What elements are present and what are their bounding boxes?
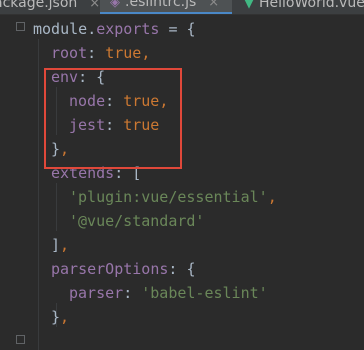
fold-marker-icon[interactable] bbox=[16, 335, 25, 344]
close-icon[interactable]: × bbox=[89, 0, 100, 14]
indent-guide bbox=[38, 39, 39, 350]
code-line: extends: [ bbox=[51, 164, 142, 182]
ide-window: ackage.json × ◈ .eslintrc.js × ▼ HelloWo… bbox=[0, 0, 364, 350]
tab-label: .eslintrc.js bbox=[125, 0, 197, 10]
code-line: env: { bbox=[51, 68, 106, 86]
indent-guide bbox=[56, 87, 57, 135]
code-line: jest: true bbox=[69, 116, 160, 134]
close-icon[interactable]: × bbox=[208, 0, 219, 13]
tab-label: ackage.json bbox=[0, 0, 78, 11]
tab-eslintrc-js[interactable]: ◈ .eslintrc.js × bbox=[100, 0, 232, 14]
code-line: module.exports = { bbox=[33, 20, 196, 38]
code-editor[interactable]: module.exports = { root: true, env: { no… bbox=[0, 15, 364, 350]
code-line: }, bbox=[51, 140, 70, 158]
eslint-config-icon: ◈ bbox=[110, 0, 120, 10]
code-line: }, bbox=[51, 308, 70, 326]
code-line: root: true, bbox=[51, 44, 151, 62]
vue-file-icon: ▼ bbox=[244, 0, 254, 11]
code-line: parser: 'babel-eslint' bbox=[69, 284, 268, 302]
tab-helloworld-vue[interactable]: ▼ HelloWorld.vue bbox=[238, 0, 364, 14]
tab-label: HelloWorld.vue bbox=[259, 0, 364, 11]
code-line: '@vue/standard' bbox=[69, 212, 205, 230]
code-line: 'plugin:vue/essential', bbox=[69, 188, 277, 206]
code-line: parserOptions: { bbox=[51, 260, 196, 278]
indent-guide bbox=[56, 183, 57, 231]
tab-package-json[interactable]: ackage.json × bbox=[0, 0, 100, 14]
code-line: node: true, bbox=[69, 92, 169, 110]
fold-marker-icon[interactable] bbox=[16, 22, 25, 31]
code-line: ], bbox=[51, 236, 70, 254]
editor-tab-bar: ackage.json × ◈ .eslintrc.js × ▼ HelloWo… bbox=[0, 0, 364, 15]
